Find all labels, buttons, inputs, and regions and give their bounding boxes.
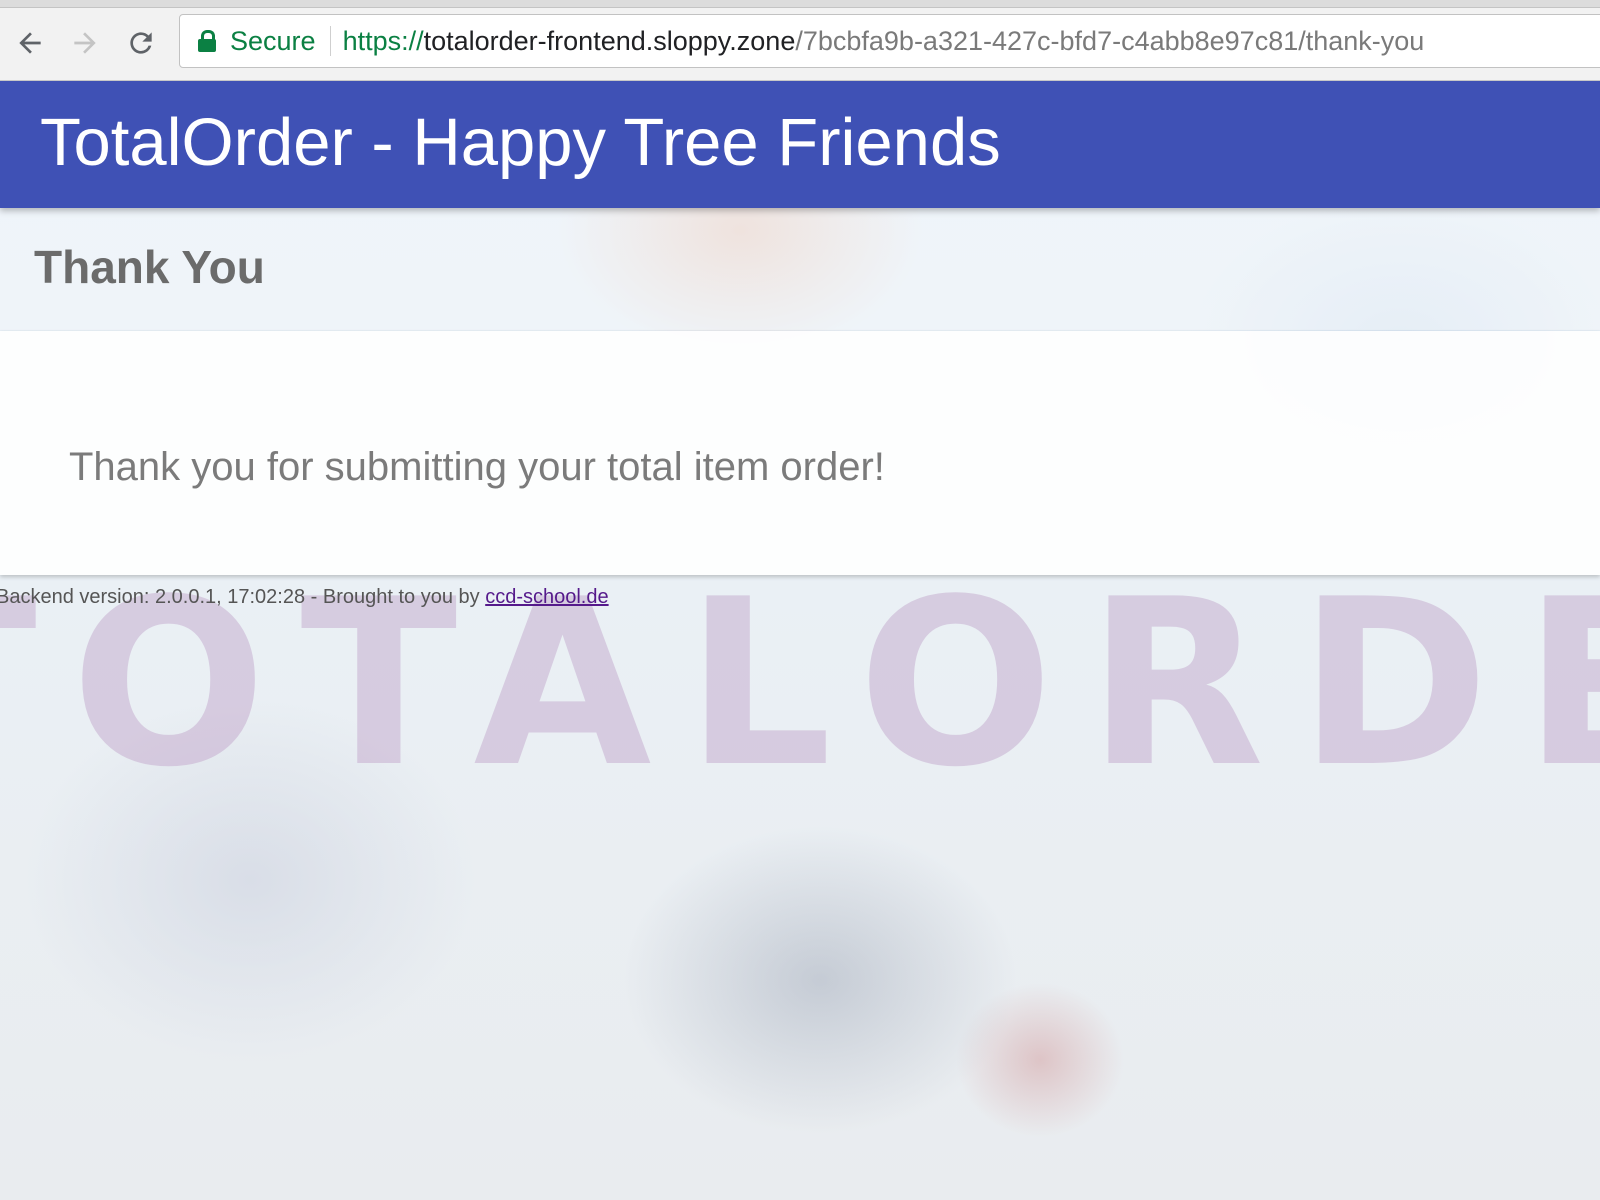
address-bar[interactable]: Secure https://totalorder-frontend.slopp… [179, 14, 1600, 68]
lock-icon [198, 30, 216, 52]
thank-you-message: Thank you for submitting your total item… [69, 445, 885, 489]
footer-text: Backend version: 2.0.0.1, 17:02:28 - Bro… [0, 586, 486, 608]
page-header: Thank You [0, 208, 1600, 330]
footer-link[interactable]: ccd-school.de [485, 586, 608, 608]
secure-label: Secure [230, 25, 316, 56]
forward-arrow-icon [74, 32, 96, 54]
omnibox-divider [329, 26, 331, 56]
page-viewport: TOTALORDER TotalOrder - Happy Tree Frien… [0, 80, 1600, 1200]
url-path: /7bcbfa9b-a321-427c-bfd7-c4abb8e97c81/th… [795, 25, 1425, 56]
tab-strip [0, 0, 1600, 8]
reload-button[interactable] [116, 18, 166, 68]
back-arrow-icon [19, 32, 41, 54]
back-button[interactable] [5, 18, 55, 68]
page-title: Thank You [34, 241, 265, 293]
app-bar: TotalOrder - Happy Tree Friends [0, 80, 1600, 208]
reload-icon [130, 32, 152, 54]
url-host: totalorder-frontend.sloppy.zone [423, 25, 796, 56]
footer: Backend version: 2.0.0.1, 17:02:28 - Bro… [0, 586, 609, 609]
forward-button[interactable] [60, 18, 110, 68]
message-card: Thank you for submitting your total item… [0, 331, 1600, 575]
url-scheme: https:// [342, 25, 424, 56]
app-title: TotalOrder - Happy Tree Friends [40, 105, 1001, 180]
browser-toolbar: Secure https://totalorder-frontend.slopp… [0, 0, 1600, 81]
